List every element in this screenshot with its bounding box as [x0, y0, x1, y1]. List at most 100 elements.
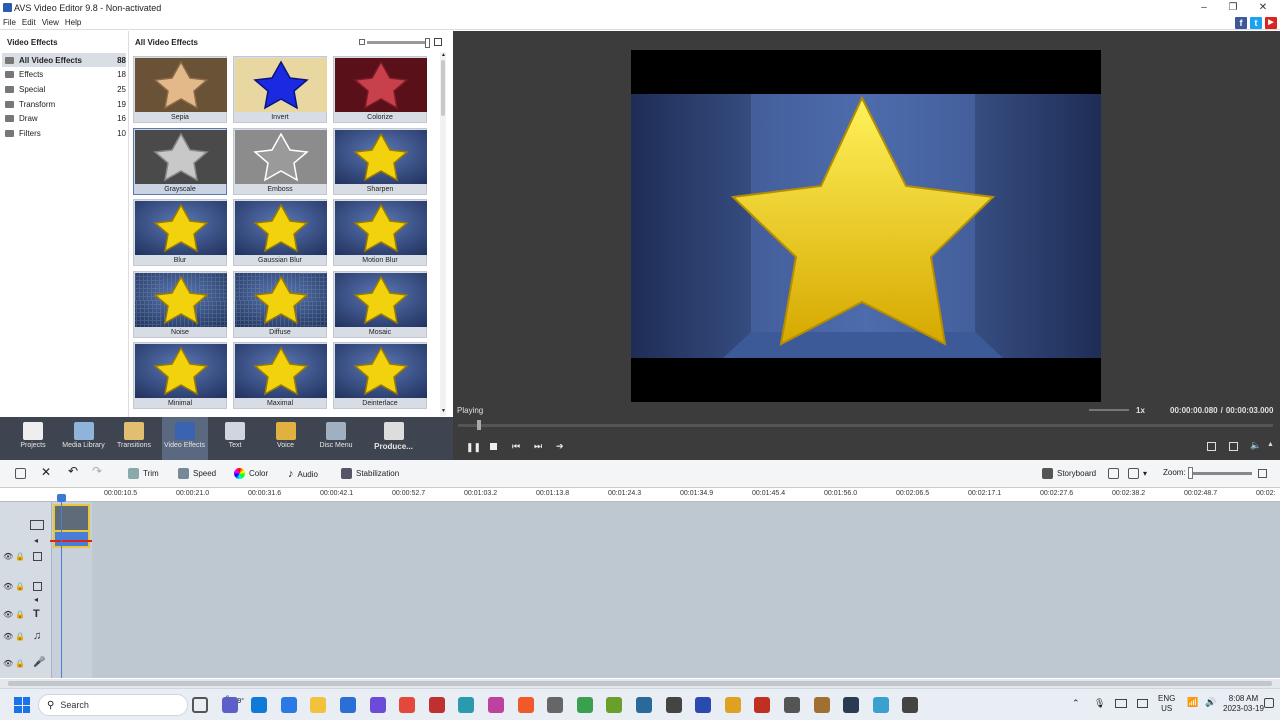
scroll-down-icon[interactable]: ▼ — [441, 408, 446, 414]
layers-icon[interactable] — [606, 697, 623, 713]
color-button[interactable]: Color — [234, 468, 268, 479]
pause-button[interactable]: ❚❚ — [466, 442, 481, 453]
seek-bar[interactable] — [458, 424, 1273, 427]
teams-icon[interactable] — [221, 697, 238, 713]
timeline-scrollbar[interactable] — [0, 679, 1280, 688]
category-draw[interactable]: Draw 16 — [2, 112, 126, 126]
brave-icon[interactable] — [517, 697, 534, 713]
timeline-area[interactable] — [0, 502, 1280, 678]
task-view-icon[interactable] — [192, 697, 208, 713]
effect-tile-diffuse[interactable]: Diffuse — [233, 270, 327, 338]
effect-tile-motion-blur[interactable]: Motion Blur — [333, 199, 427, 266]
effect-tile-deinterlace[interactable]: Deinterlace — [333, 342, 427, 409]
video-effects-button[interactable]: Video Effects — [161, 417, 208, 460]
timeline-ruler[interactable]: 00:00:10.5 00:00:21.0 00:00:31.6 00:00:42.1… — [0, 488, 1280, 502]
category-effects[interactable]: Effects 18 — [2, 68, 126, 82]
effect-tile-invert[interactable]: Invert — [233, 56, 327, 123]
effect-tile-minimal[interactable]: Minimal — [133, 342, 227, 409]
select-tool-button[interactable] — [15, 468, 26, 479]
text-button[interactable]: Text — [212, 417, 258, 460]
globe-icon[interactable] — [458, 697, 475, 713]
store-icon[interactable] — [280, 697, 297, 713]
fullscreen-icon[interactable] — [1229, 442, 1238, 451]
stop-button[interactable] — [490, 443, 497, 450]
disc-menu-button[interactable]: Disc Menu — [313, 417, 359, 460]
zoom-thumb[interactable] — [1188, 467, 1193, 479]
minimize-button[interactable]: – — [1197, 2, 1211, 13]
sparkle-icon[interactable] — [784, 697, 800, 713]
small-size-icon[interactable] — [359, 39, 365, 45]
start-button[interactable] — [14, 697, 30, 713]
stabilization-button[interactable]: Stabilization — [341, 468, 399, 479]
effect-tile-colorize[interactable]: Colorize — [333, 56, 427, 123]
volume-icon[interactable]: 🔈 — [1250, 440, 1261, 451]
clock[interactable]: 8:08 AM 2023-03-19 — [1223, 694, 1264, 714]
scroll-up-icon[interactable]: ▲ — [441, 52, 446, 58]
close-button[interactable]: ✕ — [1256, 2, 1270, 13]
app-icon-purple[interactable] — [369, 697, 386, 713]
effect-tile-maximal[interactable]: Maximal — [233, 342, 327, 409]
thumbnail-size-slider[interactable] — [367, 41, 427, 44]
mute-icon[interactable]: ◂ — [34, 536, 38, 545]
storyboard-button[interactable]: Storyboard — [1042, 468, 1096, 479]
forward-button[interactable]: ➔ — [556, 441, 564, 452]
circle-app-icon[interactable] — [695, 697, 712, 713]
effect-tile-grayscale[interactable]: Grayscale — [133, 127, 227, 195]
produce-button[interactable]: Produce... — [364, 417, 424, 460]
transitions-button[interactable]: Transitions — [111, 417, 157, 460]
v-app-icon[interactable] — [636, 697, 652, 713]
speaker-icon[interactable]: 🔊 — [1205, 697, 1216, 708]
menu-edit[interactable]: Edit — [22, 16, 36, 30]
fit-timeline-icon[interactable] — [1258, 469, 1267, 478]
drop-icon[interactable] — [488, 697, 504, 713]
wifi-icon[interactable]: 📶 — [1187, 697, 1198, 708]
overlay-track-controls[interactable]: 👁 🔒 — [3, 582, 25, 591]
category-all-video-effects[interactable]: All Video Effects 88 — [2, 53, 126, 67]
display-options-button[interactable]: ▾ — [1128, 468, 1147, 479]
notepad-icon[interactable] — [872, 697, 889, 713]
keyboard-icon[interactable] — [1115, 699, 1127, 708]
overlay-mute-icon[interactable]: ◂ — [34, 595, 38, 604]
m-app-icon[interactable] — [724, 697, 741, 713]
audio-waveform-button[interactable] — [1108, 468, 1119, 479]
effect-tile-mosaic[interactable]: Mosaic — [333, 270, 427, 338]
language-indicator[interactable]: ENG US — [1158, 694, 1175, 714]
taskbar-search[interactable]: ⚲ Search — [38, 694, 188, 716]
edge-icon[interactable] — [251, 697, 268, 713]
audio-button[interactable]: ♪ Audio — [288, 468, 318, 480]
effect-tile-gaussian-blur[interactable]: Gaussian Blur — [233, 199, 327, 266]
large-size-icon[interactable] — [434, 38, 442, 46]
speed-button[interactable]: Speed — [178, 468, 216, 479]
youtube-icon[interactable]: ▶ — [1265, 17, 1277, 29]
video-clip[interactable] — [53, 504, 90, 532]
media-icon[interactable] — [665, 697, 682, 713]
seek-thumb[interactable] — [477, 420, 481, 430]
undo-button[interactable]: ↶ — [68, 464, 78, 478]
voice-track-controls[interactable]: 👁 🔒 — [3, 659, 25, 668]
speed-label[interactable]: 1x — [1136, 406, 1145, 415]
notifications-icon[interactable] — [1264, 698, 1274, 708]
cube-icon[interactable] — [576, 697, 593, 713]
chrome-icon[interactable] — [399, 697, 416, 713]
maximize-button[interactable]: ❐ — [1226, 2, 1240, 13]
category-filters[interactable]: Filters 10 — [2, 127, 126, 141]
effects-track-controls[interactable]: 👁 🔒 — [3, 552, 25, 561]
effect-tile-emboss[interactable]: Emboss — [233, 127, 327, 195]
redo-button[interactable]: ↷ — [92, 464, 102, 478]
effect-tile-sharpen[interactable]: Sharpen — [333, 127, 427, 195]
timeline-scroll-thumb[interactable] — [8, 681, 1272, 686]
music-track-controls[interactable]: 👁 🔒 — [3, 632, 25, 641]
menu-file[interactable]: File — [3, 16, 16, 30]
category-transform[interactable]: Transform 19 — [2, 97, 126, 111]
volume-up-icon[interactable]: ▲ — [1267, 441, 1274, 448]
shield-app-icon[interactable] — [813, 697, 830, 713]
mail-icon[interactable] — [340, 697, 356, 713]
grid-scrollbar[interactable]: ▲ ▼ — [440, 52, 446, 416]
microphone-icon[interactable]: 🎙 — [1094, 698, 1105, 709]
ring-app-icon[interactable] — [754, 697, 771, 713]
display-tray-icon[interactable] — [1137, 699, 1148, 708]
previous-frame-button[interactable]: ⏮ — [512, 441, 520, 452]
scrollbar-thumb[interactable] — [441, 60, 445, 116]
next-frame-button[interactable]: ⏭ — [534, 441, 542, 452]
steam-icon[interactable] — [843, 697, 860, 713]
